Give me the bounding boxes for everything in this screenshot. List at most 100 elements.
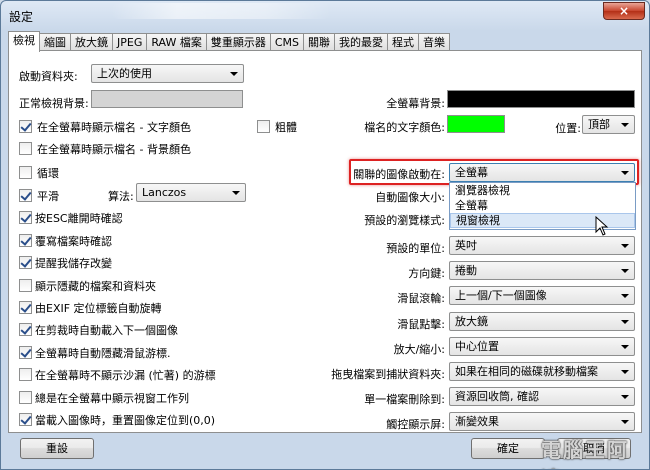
checkbox-loop[interactable] (19, 166, 32, 179)
position-value: 頂部 (588, 118, 610, 131)
checkbox-esc-confirm[interactable] (19, 211, 32, 224)
default-unit-select[interactable]: 英吋 (449, 236, 635, 255)
filename-color-label: 檔名的文字顏色: (364, 121, 445, 134)
title-bar-glare (111, 3, 331, 19)
checkbox-label: 在全螢幕時不顯示沙漏 (忙著) 的游標 (35, 369, 216, 382)
checkbox-fullscreen-filename-bg[interactable] (19, 142, 32, 155)
checkbox-label: 在全螢幕時顯示檔名 - 文字顏色 (37, 121, 191, 134)
touch-display-label: 觸控顯示屏: (386, 418, 445, 431)
algorithm-value: Lanczos (142, 186, 187, 199)
zoom-label: 放大/縮小: (393, 343, 445, 356)
drag-files-value: 如果在相同的磁碟就移動檔案 (455, 365, 598, 378)
arrow-keys-value: 捲動 (455, 264, 477, 277)
view-settings-panel: 啟動資料夾: 上次的使用 正常檢視背景: 在全螢幕時顯示檔名 - 文字顏色 粗體… (8, 50, 642, 433)
checkbox-label: 在全螢幕時顯示檔名 - 背景顏色 (37, 143, 191, 156)
checkbox-fullscreen-filename-text[interactable] (19, 120, 32, 133)
checkbox-exif-rotate[interactable] (19, 301, 32, 314)
drag-files-label: 拖曳檔案到捕狀資料夾: (331, 368, 445, 381)
arrow-keys-label: 方向鍵: (408, 267, 445, 280)
single-delete-label: 單一檔案刪除到: (364, 393, 445, 406)
checkbox-reset-position[interactable] (19, 413, 32, 426)
chevron-down-icon (232, 191, 240, 195)
chevron-down-icon (230, 72, 238, 76)
ok-button[interactable]: 確定 (471, 438, 545, 459)
fullscreen-bg-color-swatch[interactable] (447, 90, 635, 108)
auto-size-label: 自動圖像大小: (375, 191, 445, 204)
chevron-down-icon (621, 395, 629, 399)
drag-files-select[interactable]: 如果在相同的磁碟就移動檔案 (449, 362, 635, 381)
checkbox-remind-save[interactable] (19, 256, 32, 269)
zoom-value: 中心位置 (455, 340, 499, 353)
checkbox-label: 平滑 (37, 190, 59, 203)
window-title: 設定 (9, 10, 34, 24)
chevron-down-icon (621, 244, 629, 248)
checkbox-label: 全螢幕時自動隱藏滑鼠游標. (35, 347, 171, 360)
normal-bg-label: 正常檢視背景: (19, 97, 89, 110)
zoom-select[interactable]: 中心位置 (449, 337, 635, 356)
tab-strip: 檢視 縮圖 放大鏡 JPEG RAW 檔案 雙重顯示器 CMS 關聯 我的最愛 … (8, 31, 451, 52)
fullscreen-bg-label: 全螢幕背景: (386, 97, 445, 110)
startup-folder-label: 啟動資料夾: (19, 70, 78, 83)
checkbox-smooth[interactable] (19, 189, 32, 202)
mouse-click-select[interactable]: 放大鏡 (449, 312, 635, 331)
tab-view[interactable]: 檢視 (8, 31, 40, 52)
checkbox-overwrite-confirm[interactable] (19, 234, 32, 247)
checkbox-label: 按ESC離開時確認 (35, 212, 123, 225)
default-unit-value: 英吋 (455, 239, 477, 252)
startup-folder-value: 上次的使用 (97, 67, 152, 80)
dropdown-option[interactable]: 瀏覽器檢視 (450, 183, 635, 198)
mouse-wheel-value: 上一個/下一個圖像 (455, 289, 547, 302)
chevron-down-icon (621, 370, 629, 374)
associated-start-value: 全螢幕 (455, 166, 488, 179)
single-delete-value: 資源回收筒, 確認 (455, 390, 539, 403)
checkbox-label: 循環 (37, 167, 59, 180)
associated-start-select[interactable]: 全螢幕 (449, 163, 635, 182)
filename-text-color-swatch[interactable] (447, 115, 505, 133)
touch-display-select[interactable]: 漸變效果 (449, 412, 635, 431)
checkbox-label: 總是在全螢幕中顯示視窗工作列 (35, 392, 189, 405)
chevron-down-icon (621, 345, 629, 349)
position-label: 位置: (555, 122, 581, 135)
algorithm-select[interactable]: Lanczos (136, 183, 246, 202)
chevron-down-icon (621, 269, 629, 273)
mouse-click-value: 放大鏡 (455, 315, 488, 328)
chevron-down-icon (621, 420, 629, 424)
startup-folder-select[interactable]: 上次的使用 (91, 64, 244, 83)
associated-start-label: 關聯的圖像啟動在: (353, 168, 445, 181)
watermark-logo: 電腦王阿達 (541, 434, 649, 469)
checkbox-label: 由EXIF 定位標籤自動旋轉 (35, 302, 162, 315)
chevron-down-icon (621, 171, 629, 175)
bold-label: 粗體 (275, 121, 297, 134)
close-button[interactable]: × (603, 2, 645, 20)
default-unit-label: 預設的單位: (386, 242, 445, 255)
position-select[interactable]: 頂部 (582, 115, 635, 134)
title-bar: 設定 × (1, 1, 649, 29)
algorithm-label: 算法: (108, 190, 134, 203)
default-browse-style-label: 預設的瀏覽樣式: (364, 214, 445, 227)
touch-display-value: 漸變效果 (455, 415, 499, 428)
chevron-down-icon (621, 294, 629, 298)
checkbox-show-taskbar[interactable] (19, 391, 32, 404)
single-delete-select[interactable]: 資源回收筒, 確認 (449, 387, 635, 406)
close-icon[interactable]: × (619, 4, 629, 18)
arrow-keys-select[interactable]: 捲動 (449, 261, 635, 280)
checkbox-no-busy-cursor[interactable] (19, 368, 32, 381)
chevron-down-icon (621, 320, 629, 324)
mouse-wheel-label: 滑鼠滾輪: (397, 292, 445, 305)
checkbox-hide-cursor[interactable] (19, 346, 32, 359)
checkbox-bold[interactable] (257, 120, 270, 133)
watermark-text: 電腦王阿達 (541, 438, 629, 469)
normal-bg-color-swatch[interactable] (91, 90, 243, 108)
mouse-click-label: 滑鼠點擊: (397, 318, 445, 331)
mouse-pointer-icon (595, 216, 609, 236)
checkbox-label: 覆寫檔案時確認 (35, 235, 112, 248)
dropdown-option[interactable]: 全螢幕 (450, 198, 635, 213)
checkbox-label: 在剪裁時自動載入下一個圖像 (35, 324, 178, 337)
checkbox-label: 顯示隱藏的檔案和資料夾 (35, 280, 156, 293)
reset-button[interactable]: 重設 (20, 438, 94, 459)
mouse-wheel-select[interactable]: 上一個/下一個圖像 (449, 286, 635, 305)
checkbox-label: 當載入圖像時，重置圖像定位到(0,0) (35, 414, 216, 427)
chevron-down-icon (621, 123, 629, 127)
checkbox-show-hidden[interactable] (19, 279, 32, 292)
checkbox-crop-load-next[interactable] (19, 323, 32, 336)
